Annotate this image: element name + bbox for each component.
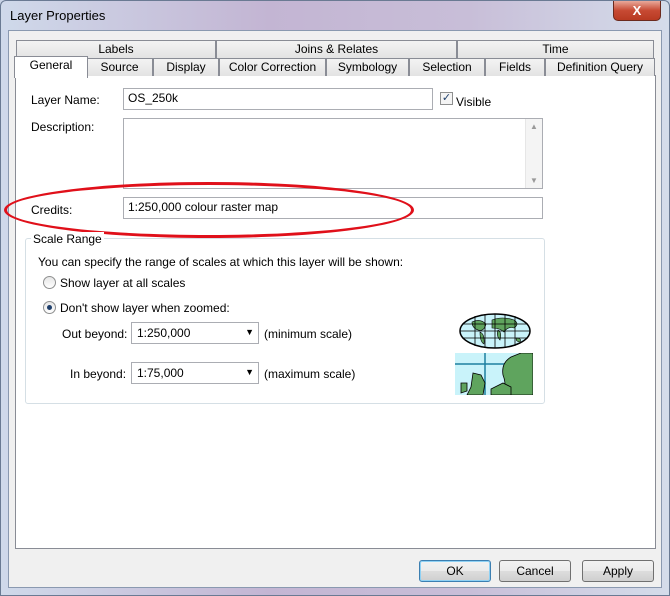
tab-definition-query[interactable]: Definition Query [545,58,655,76]
europe-map-icon [455,353,533,395]
out-beyond-label: Out beyond: [62,327,128,341]
layer-name-label: Layer Name: [31,93,100,107]
visible-checkbox[interactable]: ✓ [440,92,453,105]
description-label: Description: [31,120,95,134]
world-globe-icon [459,313,531,349]
tab-display[interactable]: Display [153,58,219,76]
window-title: Layer Properties [10,8,106,23]
tab-source[interactable]: Source [86,58,153,76]
tab-color-correction[interactable]: Color Correction [219,58,326,76]
radio-show-all-scales[interactable] [43,276,56,289]
scale-range-instruction: You can specify the range of scales at w… [38,255,404,269]
out-beyond-combo[interactable]: 1:250,000 ▼ [131,322,259,344]
in-beyond-combo[interactable]: 1:75,000 ▼ [131,362,259,384]
out-beyond-value: 1:250,000 [137,326,191,340]
out-beyond-hint: (minimum scale) [264,327,353,341]
visible-label: Visible [456,95,492,109]
in-beyond-value: 1:75,000 [137,366,184,380]
in-beyond-label: In beyond: [70,367,127,381]
tab-time[interactable]: Time [457,40,654,58]
highlight-ellipse [4,182,414,238]
tab-general[interactable]: General [14,56,88,78]
show-all-scales-label: Show layer at all scales [60,276,186,290]
layer-name-input[interactable]: OS_250k [123,88,433,110]
description-scrollbar[interactable]: ▲ ▼ [525,119,542,188]
description-textarea[interactable] [123,118,543,189]
apply-button[interactable]: Apply [582,560,654,582]
tab-symbology[interactable]: Symbology [326,58,409,76]
dont-show-zoomed-label: Don't show layer when zoomed: [60,301,230,315]
cancel-button[interactable]: Cancel [499,560,571,582]
tab-selection[interactable]: Selection [409,58,485,76]
tab-joins-relates[interactable]: Joins & Relates [216,40,457,58]
chevron-down-icon: ▼ [245,367,254,377]
chevron-down-icon: ▼ [245,327,254,337]
close-button[interactable]: X [613,1,661,21]
in-beyond-hint: (maximum scale) [264,367,356,381]
radio-dont-show-zoomed[interactable] [43,301,56,314]
ok-button[interactable]: OK [419,560,491,582]
scale-range-title: Scale Range [31,232,104,246]
tab-fields[interactable]: Fields [485,58,545,76]
